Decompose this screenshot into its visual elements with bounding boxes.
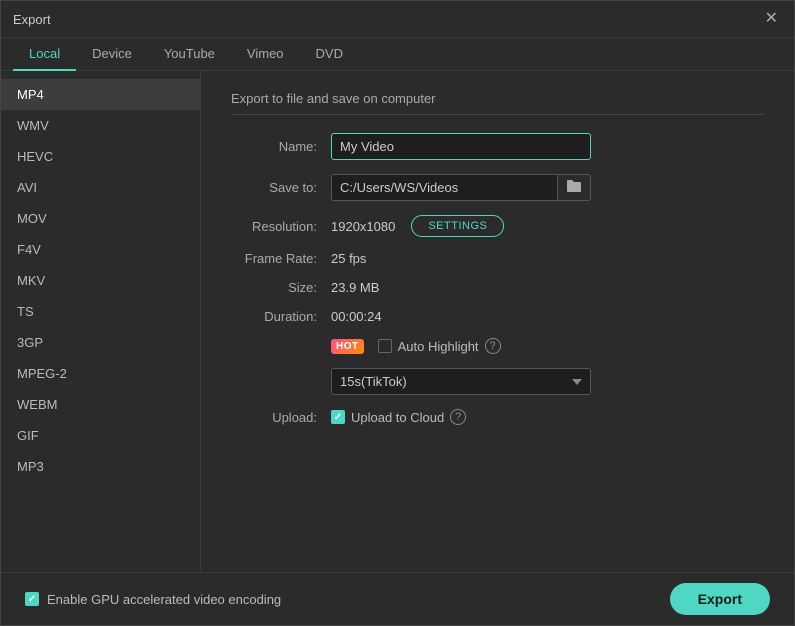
save-to-label: Save to:	[231, 180, 331, 195]
upload-to-cloud-label: Upload to Cloud	[351, 410, 444, 425]
upload-help-icon[interactable]: ?	[450, 409, 466, 425]
frame-rate-label: Frame Rate:	[231, 251, 331, 266]
name-label: Name:	[231, 139, 331, 154]
resolution-row: Resolution: 1920x1080 SETTINGS	[231, 215, 764, 237]
main-panel: Export to file and save on computer Name…	[201, 71, 794, 572]
upload-row: Upload: Upload to Cloud ?	[231, 409, 764, 425]
upload-group: Upload to Cloud ?	[331, 409, 466, 425]
sidebar-item-3gp[interactable]: 3GP	[1, 327, 200, 358]
tab-vimeo[interactable]: Vimeo	[231, 38, 300, 71]
sidebar-item-ts[interactable]: TS	[1, 296, 200, 327]
sidebar-item-mkv[interactable]: MKV	[1, 265, 200, 296]
format-sidebar: MP4 WMV HEVC AVI MOV F4V MKV TS 3GP MPEG…	[1, 71, 201, 572]
auto-highlight-group: HOT Auto Highlight ?	[331, 338, 501, 354]
window-title: Export	[13, 12, 51, 27]
sidebar-item-mp3[interactable]: MP3	[1, 451, 200, 482]
auto-highlight-help-icon[interactable]: ?	[485, 338, 501, 354]
export-window: Export ✕ Local Device YouTube Vimeo DVD …	[0, 0, 795, 626]
size-label: Size:	[231, 280, 331, 295]
sidebar-item-gif[interactable]: GIF	[1, 420, 200, 451]
hot-badge: HOT	[331, 339, 364, 354]
sidebar-item-hevc[interactable]: HEVC	[1, 141, 200, 172]
upload-to-cloud-checkbox[interactable]	[331, 410, 345, 424]
auto-highlight-label: Auto Highlight	[398, 339, 479, 354]
tab-device[interactable]: Device	[76, 38, 148, 71]
footer: Enable GPU accelerated video encoding Ex…	[1, 572, 794, 625]
tab-dvd[interactable]: DVD	[300, 38, 359, 71]
gpu-checkbox[interactable]	[25, 592, 39, 606]
name-row: Name:	[231, 133, 764, 160]
sidebar-item-avi[interactable]: AVI	[1, 172, 200, 203]
frame-rate-value: 25 fps	[331, 251, 366, 266]
resolution-label: Resolution:	[231, 219, 331, 234]
browse-folder-button[interactable]	[558, 174, 591, 201]
tab-bar: Local Device YouTube Vimeo DVD	[1, 38, 794, 71]
content-area: MP4 WMV HEVC AVI MOV F4V MKV TS 3GP MPEG…	[1, 71, 794, 572]
section-title: Export to file and save on computer	[231, 91, 764, 115]
size-value: 23.9 MB	[331, 280, 379, 295]
close-button[interactable]: ✕	[761, 9, 782, 29]
auto-highlight-row: HOT Auto Highlight ?	[231, 338, 764, 354]
sidebar-item-webm[interactable]: WEBM	[1, 389, 200, 420]
duration-row: Duration: 00:00:24	[231, 309, 764, 324]
duration-label: Duration:	[231, 309, 331, 324]
size-row: Size: 23.9 MB	[231, 280, 764, 295]
upload-label: Upload:	[231, 410, 331, 425]
sidebar-item-wmv[interactable]: WMV	[1, 110, 200, 141]
auto-highlight-checkbox[interactable]	[378, 339, 392, 353]
sidebar-item-f4v[interactable]: F4V	[1, 234, 200, 265]
duration-value: 00:00:24	[331, 309, 382, 324]
sidebar-item-mp4[interactable]: MP4	[1, 79, 200, 110]
name-input[interactable]	[331, 133, 591, 160]
tab-youtube[interactable]: YouTube	[148, 38, 231, 71]
sidebar-item-mov[interactable]: MOV	[1, 203, 200, 234]
tiktok-dropdown[interactable]: 15s(TikTok)	[331, 368, 591, 395]
gpu-label: Enable GPU accelerated video encoding	[47, 592, 281, 607]
footer-left: Enable GPU accelerated video encoding	[25, 592, 281, 607]
sidebar-item-mpeg2[interactable]: MPEG-2	[1, 358, 200, 389]
settings-button[interactable]: SETTINGS	[411, 215, 504, 237]
save-to-row: Save to:	[231, 174, 764, 201]
title-bar: Export ✕	[1, 1, 794, 38]
save-to-field	[331, 174, 591, 201]
export-button[interactable]: Export	[670, 583, 770, 615]
tiktok-row: 15s(TikTok)	[231, 368, 764, 395]
save-to-input[interactable]	[331, 174, 558, 201]
tab-local[interactable]: Local	[13, 38, 76, 71]
frame-rate-row: Frame Rate: 25 fps	[231, 251, 764, 266]
resolution-value: 1920x1080	[331, 219, 395, 234]
